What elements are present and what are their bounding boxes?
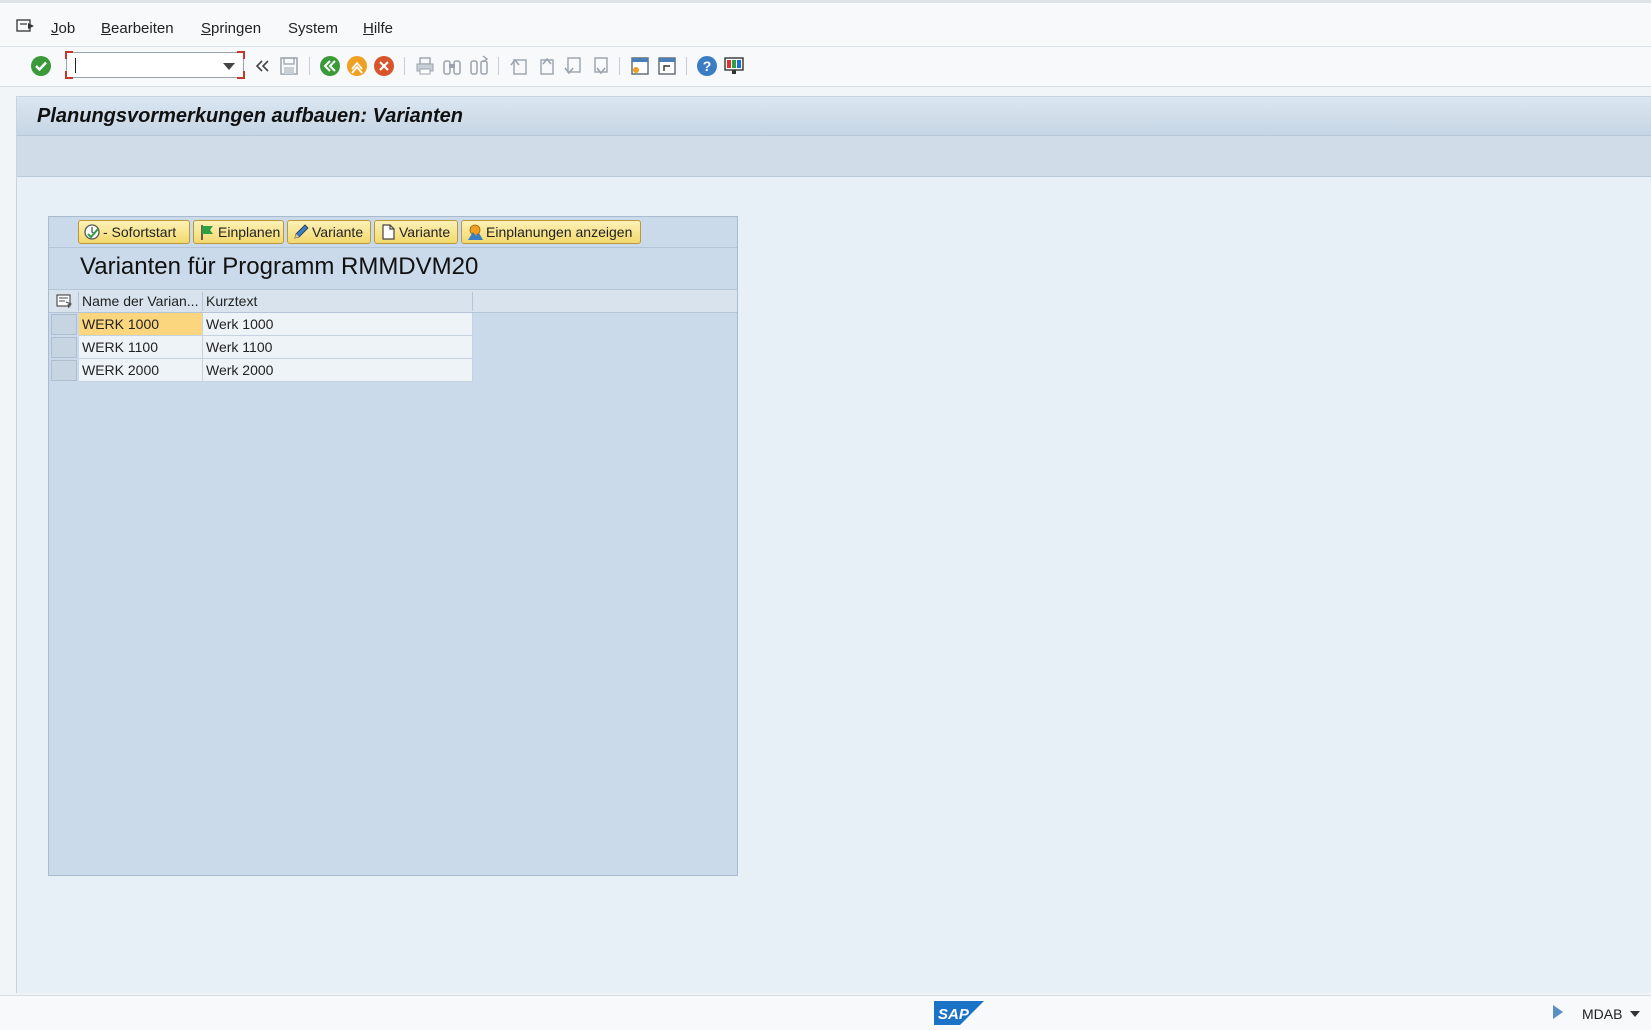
display-schedules-label: Einplanungen anzeigen [486,224,633,240]
cancel-icon[interactable] [373,55,395,77]
create-session-icon[interactable] [629,55,651,77]
back-icon[interactable] [319,55,341,77]
menu-springen-label: pringen [211,20,262,37]
menu-system[interactable]: System [288,20,338,37]
shortcut-icon[interactable] [656,55,678,77]
menu-bearbeiten-mnemonic: B [101,20,112,37]
row-selector[interactable] [51,314,77,335]
change-variant-button[interactable]: Variante [287,220,371,244]
menu-bearbeiten[interactable]: Bearbeiten [101,20,174,37]
last-page-icon[interactable] [589,55,611,77]
table-row[interactable]: WERK 2000 Werk 2000 [49,359,479,382]
table-row[interactable]: WERK 1100 Werk 1100 [49,336,479,359]
command-history-dropdown-icon[interactable] [223,63,235,70]
short-text-cell[interactable]: Werk 1100 [203,336,473,359]
variant-panel: - Sofortstart Einplanen Variante Variant… [48,216,738,876]
svg-text:?: ? [703,58,712,74]
create-variant-label: Variante [399,224,451,240]
command-field-corner-tl [65,51,73,59]
standard-toolbar: ? [0,47,1651,87]
text-cursor [75,58,76,73]
variant-name-cell[interactable]: WERK 2000 [79,359,203,382]
menu-bearbeiten-label: earbeiten [111,20,174,37]
menu-springen[interactable]: Springen [201,20,261,37]
menu-bar: Job Bearbeiten Springen System Hilfe [0,0,1651,47]
variant-name-cell[interactable]: WERK 1100 [79,336,203,359]
help-icon[interactable]: ? [696,55,718,77]
page-title: Planungsvormerkungen aufbauen: Varianten [37,105,464,127]
column-header-short-text[interactable]: Kurztext [206,293,257,309]
select-all-icon[interactable] [51,291,77,311]
menu-icon[interactable] [16,18,36,34]
column-separator [78,292,79,311]
system-name: MDAB [1582,1006,1623,1022]
command-field-corner-tr [237,51,245,59]
title-bar: Planungsvormerkungen aufbauen: Varianten [17,97,1651,136]
column-separator [472,292,473,311]
short-text-cell[interactable]: Werk 1000 [203,313,473,336]
system-info-dropdown-icon[interactable] [1630,1011,1640,1017]
sap-logo-icon: SAP [934,1001,984,1025]
svg-text:SAP: SAP [938,1006,970,1023]
display-schedules-icon [468,224,483,240]
change-variant-label: Variante [312,224,364,240]
customize-layout-icon[interactable] [723,55,745,77]
exit-icon[interactable] [346,55,368,77]
immediate-start-label: - Sofortstart [103,224,177,240]
status-expand-icon[interactable] [1553,1005,1563,1019]
menu-springen-mnemonic: S [201,20,212,37]
display-schedules-button[interactable]: Einplanungen anzeigen [461,220,641,244]
command-field-corner-br [237,71,245,79]
toolbar-separator [498,57,499,75]
find-next-icon[interactable] [468,55,490,77]
next-page-icon[interactable] [562,55,584,77]
schedule-label: Einplanen [218,224,281,240]
table-header: Name der Varian... Kurztext [49,289,737,313]
collapse-command-field-icon[interactable] [252,55,274,77]
column-header-variant-name[interactable]: Name der Varian... [82,293,198,309]
menu-hilfe-label: ilfe [373,20,394,37]
execute-immediately-icon [84,224,100,240]
variant-button-row: - Sofortstart Einplanen Variante Variant… [49,217,737,248]
toolbar-separator [619,57,620,75]
print-icon[interactable] [414,55,436,77]
create-variant-button[interactable]: Variante [374,220,458,244]
menu-job-label: ob [58,20,76,37]
row-selector[interactable] [51,360,77,381]
column-separator [202,292,203,311]
previous-page-icon[interactable] [535,55,557,77]
status-bar: SAP MDAB [0,995,1651,1030]
toolbar-separator [686,57,687,75]
schedule-button[interactable]: Einplanen [193,220,284,244]
menu-job-mnemonic: J [51,20,59,37]
row-selector[interactable] [51,337,77,358]
flag-icon [201,225,213,240]
command-field[interactable] [65,51,245,79]
immediate-start-button[interactable]: - Sofortstart [78,220,190,244]
table-row[interactable]: WERK 1000 Werk 1000 [49,313,479,336]
variant-list-title: Varianten für Programm RMMDVM20 [80,253,479,280]
menu-system-label: System [288,20,339,37]
command-field-corner-bl [65,71,73,79]
find-icon[interactable] [441,55,463,77]
menu-job[interactable]: Job [51,20,75,37]
save-icon[interactable] [278,55,300,77]
first-page-icon[interactable] [508,55,530,77]
main-screen-area: Planungsvormerkungen aufbauen: Varianten… [16,96,1651,993]
toolbar-separator [309,57,310,75]
enter-icon[interactable] [30,55,52,77]
new-document-icon [382,224,395,240]
menu-hilfe[interactable]: Hilfe [363,20,393,37]
menu-hilfe-mnemonic: H [363,20,374,37]
window-top-border [0,0,1651,3]
short-text-cell[interactable]: Werk 2000 [203,359,473,382]
pencil-icon [294,224,309,239]
application-toolbar [17,136,1651,177]
variant-name-cell[interactable]: WERK 1000 [79,313,203,336]
toolbar-separator [404,57,405,75]
